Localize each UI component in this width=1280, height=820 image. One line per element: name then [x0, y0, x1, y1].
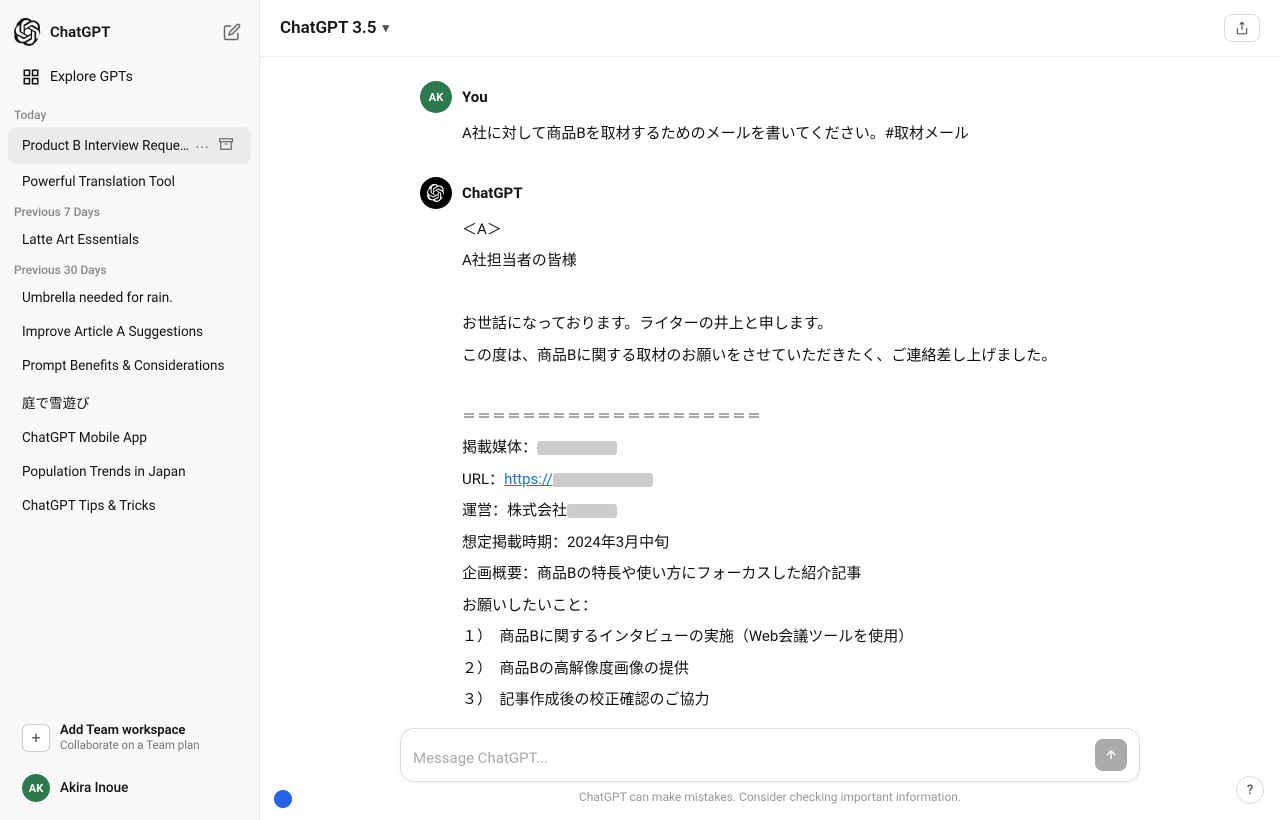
gpt-company-line: 運営：株式会社	[462, 498, 1120, 524]
gpt-media-line: 掲載媒体：	[462, 435, 1120, 461]
sidebar-item-latte-art[interactable]: Latte Art Essentials	[8, 224, 251, 256]
assistant-message-content: ＜A＞ A社担当者の皆様 お世話になっております。ライターの井上と申します。 こ…	[420, 217, 1120, 719]
sidebar-item-chatgpt-tips-label: ChatGPT Tips & Tricks	[22, 498, 237, 514]
sidebar-item-improve-article-label: Improve Article A Suggestions	[22, 324, 237, 340]
gpt-line-1: ＜A＞	[462, 217, 1120, 243]
add-team-title: Add Team workspace	[60, 723, 200, 738]
input-area: ChatGPT can make mistakes. Consider chec…	[260, 718, 1280, 820]
sidebar-item-powerful-translation[interactable]: Powerful Translation Tool	[8, 166, 251, 198]
share-button[interactable]	[1224, 14, 1260, 42]
sidebar-item-product-b[interactable]: Product B Interview Reques... ···	[8, 127, 251, 164]
sidebar-item-umbrella[interactable]: Umbrella needed for rain.	[8, 282, 251, 314]
disclaimer-text: ChatGPT can make mistakes. Consider chec…	[400, 790, 1140, 804]
sidebar-item-prompt-benefits-label: Prompt Benefits & Considerations	[22, 358, 237, 374]
sidebar-item-niwa-yuki[interactable]: 庭で雪遊び	[8, 384, 251, 420]
add-team-workspace[interactable]: + Add Team workspace Collaborate on a Te…	[8, 713, 251, 762]
user-message-text: A社に対して商品Bを取材するためのメールを書いてください。#取材メール	[462, 121, 1120, 147]
gpt-request-1: １） 商品Bに関するインタビューの実施（Web会議ツールを使用）	[462, 624, 1120, 650]
add-team-icon: +	[22, 724, 50, 752]
archive-button[interactable]	[215, 135, 237, 156]
sidebar-item-chatgpt-mobile-label: ChatGPT Mobile App	[22, 430, 237, 446]
add-team-subtitle: Collaborate on a Team plan	[60, 738, 200, 752]
explore-gpts-item[interactable]: Explore GPTs	[8, 60, 251, 94]
model-selector[interactable]: ChatGPT 3.5 ▾	[280, 18, 389, 38]
explore-gpts-label: Explore GPTs	[50, 69, 133, 85]
user-name: Akira Inoue	[60, 780, 128, 796]
sidebar-item-powerful-translation-label: Powerful Translation Tool	[22, 174, 237, 190]
more-options-button[interactable]: ···	[191, 136, 213, 156]
sidebar-item-latte-art-label: Latte Art Essentials	[22, 232, 237, 248]
gpt-request-label: お願いしたいこと：	[462, 593, 1120, 619]
user-avatar-initials: AK	[429, 91, 443, 104]
gpt-line-3	[462, 280, 1120, 306]
new-chat-button[interactable]	[219, 19, 245, 45]
grid-icon	[22, 68, 40, 86]
avatar: AK	[22, 774, 50, 802]
sidebar-item-improve-article[interactable]: Improve Article A Suggestions	[8, 316, 251, 348]
send-icon	[1104, 748, 1118, 762]
assistant-message-block: ChatGPT ＜A＞ A社担当者の皆様 お世話になっております。ライターの井上…	[400, 177, 1140, 719]
user-profile[interactable]: AK Akira Inoue	[8, 764, 251, 812]
gpt-plan-line: 企画概要：商品Bの特長や使い方にフォーカスした紹介記事	[462, 561, 1120, 587]
chat-input[interactable]	[413, 747, 1087, 771]
chevron-down-icon: ▾	[382, 21, 389, 36]
sidebar-item-population-trends-label: Population Trends in Japan	[22, 464, 237, 480]
chatgpt-icon	[14, 18, 42, 46]
gpt-request-3: ３） 記事作成後の校正確認のご協力	[462, 687, 1120, 713]
divider-top: ＝＝＝＝＝＝＝＝＝＝＝＝＝＝＝＝＝＝＝＝	[462, 406, 1120, 430]
user-sender-name: You	[462, 88, 488, 106]
sidebar-item-niwa-yuki-label: 庭で雪遊び	[22, 392, 237, 412]
sidebar: ChatGPT Explore GPTs Today Product B Int…	[0, 0, 260, 820]
sidebar-item-population-trends[interactable]: Population Trends in Japan	[8, 456, 251, 488]
gpt-date-line: 想定掲載時期：2024年3月中旬	[462, 530, 1120, 556]
gpt-line-4: お世話になっております。ライターの井上と申します。	[462, 311, 1120, 337]
gpt-avatar	[420, 177, 452, 209]
main-panel: ChatGPT 3.5 ▾ AK You A社に対して商品Bを取材するためのメー…	[260, 0, 1280, 820]
help-button[interactable]: ?	[1236, 776, 1264, 804]
share-icon	[1235, 21, 1249, 35]
user-initials: AK	[29, 782, 43, 795]
user-message-block: AK You A社に対して商品Bを取材するためのメールを書いてください。#取材メ…	[400, 81, 1140, 153]
send-button[interactable]	[1095, 739, 1127, 771]
chat-input-box	[400, 728, 1140, 782]
app-logo: ChatGPT	[14, 18, 110, 46]
redacted-url: https://	[504, 470, 653, 488]
gpt-line-5: この度は、商品Bに関する取材のお願いをさせていただきたく、ご連絡差し上げました。	[462, 343, 1120, 369]
gpt-logo-icon	[427, 184, 445, 202]
sidebar-item-umbrella-label: Umbrella needed for rain.	[22, 290, 237, 306]
prev7-section-label: Previous 7 Days	[0, 199, 259, 223]
main-header: ChatGPT 3.5 ▾	[260, 0, 1280, 57]
sidebar-item-product-b-label: Product B Interview Reques...	[22, 138, 191, 154]
user-message-content: A社に対して商品Bを取材するためのメールを書いてください。#取材メール	[420, 121, 1120, 147]
assistant-message-header: ChatGPT	[420, 177, 1120, 209]
gpt-url-line: URL：https://	[462, 467, 1120, 493]
sidebar-item-prompt-benefits[interactable]: Prompt Benefits & Considerations	[8, 350, 251, 382]
redacted-company	[567, 504, 617, 518]
assistant-sender-name: ChatGPT	[462, 184, 523, 202]
chat-area: AK You A社に対して商品Bを取材するためのメールを書いてください。#取材メ…	[260, 57, 1280, 718]
user-avatar: AK	[420, 81, 452, 113]
gpt-line-6	[462, 374, 1120, 400]
app-name: ChatGPT	[50, 23, 110, 41]
model-name: ChatGPT 3.5	[280, 18, 376, 38]
blue-indicator-dot	[274, 790, 292, 808]
sidebar-header: ChatGPT	[0, 8, 259, 56]
prev30-section-label: Previous 30 Days	[0, 257, 259, 281]
sidebar-item-chatgpt-mobile[interactable]: ChatGPT Mobile App	[8, 422, 251, 454]
today-section-label: Today	[0, 102, 259, 126]
sidebar-item-actions: ···	[191, 135, 237, 156]
gpt-line-2: A社担当者の皆様	[462, 248, 1120, 274]
gpt-request-2: ２） 商品Bの高解像度画像の提供	[462, 656, 1120, 682]
redacted-media	[537, 441, 617, 455]
sidebar-item-chatgpt-tips[interactable]: ChatGPT Tips & Tricks	[8, 490, 251, 522]
user-message-header: AK You	[420, 81, 1120, 113]
